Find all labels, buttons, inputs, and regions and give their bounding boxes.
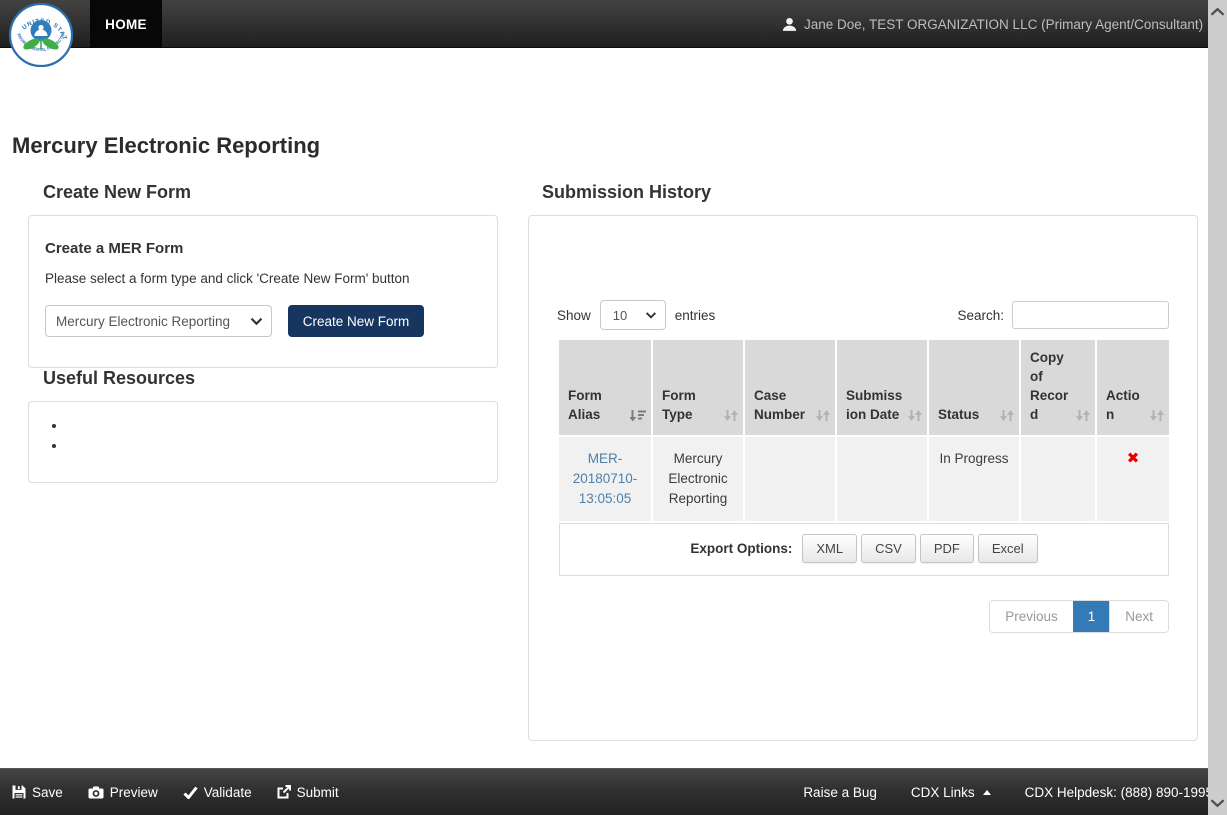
- home-label: HOME: [105, 17, 147, 32]
- table-header-row: Form Alias Form Type: [559, 340, 1169, 435]
- create-mer-form-title: Create a MER Form: [45, 240, 481, 257]
- export-xml-button[interactable]: XML: [802, 534, 857, 563]
- raise-a-bug-link[interactable]: Raise a Bug: [803, 785, 877, 800]
- export-csv-button[interactable]: CSV: [861, 534, 916, 563]
- pagination-page-1[interactable]: 1: [1073, 601, 1110, 632]
- sort-ascending-icon: [630, 408, 647, 423]
- column-header-action[interactable]: Action: [1097, 340, 1169, 435]
- user-name: Jane Doe, TEST ORGANIZATION LLC (Primary…: [804, 17, 1203, 32]
- cdx-helpdesk-label: CDX Helpdesk: (888) 890-1995: [1025, 785, 1213, 800]
- create-new-form-heading: Create New Form: [43, 182, 498, 203]
- bottom-toolbar: Save Preview Validate: [0, 768, 1227, 815]
- search-control: Search:: [957, 301, 1169, 329]
- submission-history-card: Show 10 entries Search:: [528, 215, 1198, 741]
- check-icon: [183, 786, 198, 799]
- resources-list: [51, 418, 481, 458]
- preview-button[interactable]: Preview: [88, 785, 158, 800]
- pagination-previous[interactable]: Previous: [990, 601, 1073, 632]
- column-header-case-number[interactable]: Case Number: [745, 340, 835, 435]
- caret-up-icon: [983, 790, 991, 795]
- create-form-instructions: Please select a form type and click 'Cre…: [45, 271, 481, 286]
- sort-both-icon: [815, 408, 831, 423]
- cell-action: ✖: [1097, 437, 1169, 521]
- page-length-control: Show 10 entries: [557, 300, 715, 330]
- save-icon: [12, 785, 26, 799]
- page: HOME Jane Doe, TEST ORGANIZATION LLC (Pr…: [0, 0, 1227, 815]
- home-tab[interactable]: HOME: [90, 0, 162, 48]
- form-type-select[interactable]: Mercury Electronic Reporting: [45, 305, 272, 337]
- pagination-next[interactable]: Next: [1109, 601, 1168, 632]
- create-new-form-button[interactable]: Create New Form: [288, 305, 424, 337]
- cell-form-alias: MER-20180710-13:05:05: [559, 437, 651, 521]
- entries-label: entries: [675, 308, 716, 323]
- delete-icon[interactable]: ✖: [1127, 450, 1140, 467]
- left-column: Create New Form Create a MER Form Please…: [28, 182, 498, 483]
- right-column: Submission History Show 10 entries: [528, 182, 1198, 741]
- column-header-form-alias[interactable]: Form Alias: [559, 340, 651, 435]
- validate-button[interactable]: Validate: [183, 785, 252, 800]
- search-input[interactable]: [1012, 301, 1169, 329]
- show-label: Show: [557, 308, 591, 323]
- scroll-down-icon[interactable]: [1210, 798, 1225, 808]
- user-menu[interactable]: Jane Doe, TEST ORGANIZATION LLC (Primary…: [782, 0, 1203, 48]
- scroll-up-icon[interactable]: [1210, 7, 1225, 17]
- column-header-copy-of-record[interactable]: Copy of Record: [1021, 340, 1095, 435]
- pagination: Previous 1 Next: [989, 600, 1169, 633]
- cell-copy-of-record: [1021, 437, 1095, 521]
- cell-submission-date: [837, 437, 927, 521]
- sort-both-icon: [1075, 408, 1091, 423]
- top-navbar: HOME Jane Doe, TEST ORGANIZATION LLC (Pr…: [0, 0, 1227, 48]
- column-header-form-type[interactable]: Form Type: [653, 340, 743, 435]
- column-header-submission-date[interactable]: Submission Date: [837, 340, 927, 435]
- cell-status: In Progress: [929, 437, 1019, 521]
- resource-item[interactable]: [67, 418, 481, 438]
- export-options-row: Export Options: XMLCSVPDFExcel: [559, 523, 1169, 576]
- cdx-links-menu[interactable]: CDX Links: [911, 785, 991, 800]
- share-icon: [277, 785, 291, 799]
- create-form-card: Create a MER Form Please select a form t…: [28, 215, 498, 368]
- save-button[interactable]: Save: [12, 785, 63, 800]
- submission-history-heading: Submission History: [542, 182, 1198, 203]
- useful-resources-heading: Useful Resources: [43, 368, 498, 389]
- search-label: Search:: [957, 308, 1004, 323]
- sort-both-icon: [907, 408, 923, 423]
- export-pdf-button[interactable]: PDF: [920, 534, 974, 563]
- page-title: Mercury Electronic Reporting: [12, 133, 320, 159]
- export-excel-button[interactable]: Excel: [978, 534, 1038, 563]
- submission-history-table: Form Alias Form Type: [557, 338, 1171, 578]
- submit-button[interactable]: Submit: [277, 785, 339, 800]
- table-row: MER-20180710-13:05:05 Mercury Electronic…: [559, 437, 1169, 521]
- resource-item[interactable]: [67, 438, 481, 458]
- export-options-label: Export Options:: [690, 541, 792, 556]
- useful-resources-card: [28, 401, 498, 483]
- cell-case-number: [745, 437, 835, 521]
- table-controls: Show 10 entries Search:: [557, 216, 1169, 330]
- page-size-select[interactable]: 10: [600, 300, 666, 330]
- column-header-status[interactable]: Status: [929, 340, 1019, 435]
- epa-logo[interactable]: UNITED STATES ENVIRONMENTAL PROTECTION A…: [9, 3, 73, 67]
- sort-both-icon: [1149, 408, 1165, 423]
- user-icon: [782, 17, 797, 32]
- vertical-scrollbar[interactable]: [1208, 0, 1227, 815]
- camera-icon: [88, 786, 104, 799]
- form-alias-link[interactable]: MER-20180710-13:05:05: [573, 451, 638, 506]
- sort-both-icon: [723, 408, 739, 423]
- cell-form-type: Mercury Electronic Reporting: [653, 437, 743, 521]
- sort-both-icon: [999, 408, 1015, 423]
